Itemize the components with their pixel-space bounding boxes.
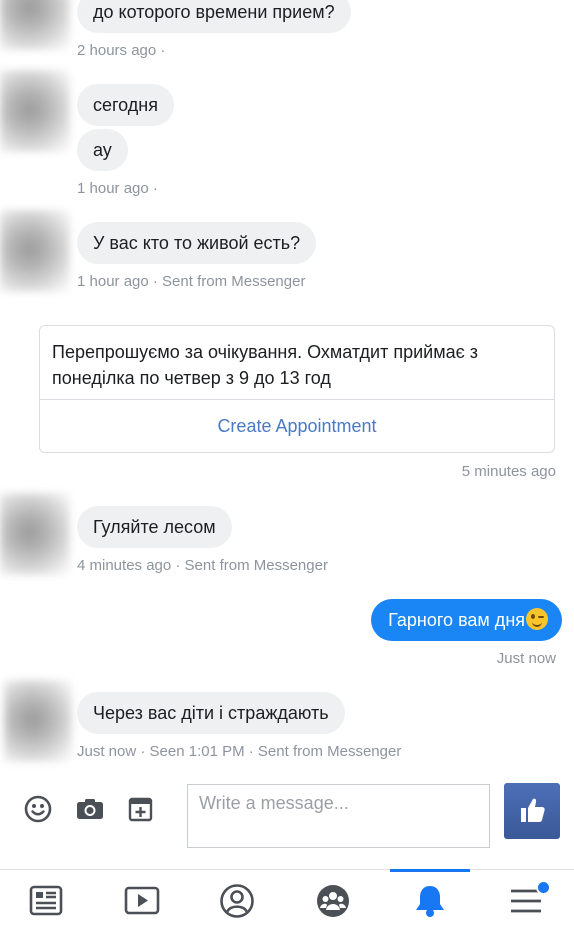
like-icon <box>521 798 545 822</box>
camera-icon[interactable] <box>74 793 106 825</box>
reply-card: Перепрошуємо за очікування. Охматдит при… <box>39 325 555 453</box>
outgoing-message-text: Гарного вам дня <box>388 610 525 630</box>
avatar <box>4 680 72 762</box>
tab-groups[interactable] <box>293 870 373 932</box>
menu-notification-dot <box>536 880 551 895</box>
message-bubble: У вас кто то живой есть? <box>77 222 317 264</box>
avatar <box>0 0 70 50</box>
message-bubble: до которого времени прием? <box>77 0 351 33</box>
tab-watch[interactable] <box>102 870 182 932</box>
avatar <box>0 210 70 292</box>
winking-face-icon <box>526 608 548 630</box>
avatar <box>0 493 70 575</box>
create-appointment-button[interactable]: Create Appointment <box>40 400 554 453</box>
bottom-tab-bar <box>0 869 574 932</box>
sticker-icon[interactable] <box>125 793 157 825</box>
message-timestamp: 2 hours ago · <box>77 42 166 59</box>
message-timestamp: 1 hour ago · Sent from Messenger <box>77 273 306 290</box>
message-bubble: сегодня <box>77 84 174 126</box>
watch-icon <box>124 886 160 915</box>
tab-notifications[interactable] <box>390 869 470 932</box>
message-timestamp: 4 minutes ago · Sent from Messenger <box>77 557 328 574</box>
message-status: Just now · Seen 1:01 PM · Sent from Mess… <box>77 743 402 760</box>
message-bubble: Через вас діти і страждають <box>77 692 345 734</box>
profile-icon <box>220 884 254 918</box>
avatar <box>0 70 70 152</box>
active-tab-indicator <box>390 869 470 872</box>
notifications-icon <box>416 886 444 917</box>
outgoing-message-bubble: Гарного вам дня <box>371 599 562 641</box>
message-bubble: ау <box>77 129 128 171</box>
message-timestamp: 5 minutes ago <box>461 463 556 480</box>
smiley-icon[interactable] <box>22 793 54 825</box>
message-input[interactable]: Write a message... <box>187 784 490 848</box>
groups-icon <box>317 885 349 917</box>
tab-menu[interactable] <box>486 870 566 932</box>
reply-card-text: Перепрошуємо за очікування. Охматдит при… <box>52 342 479 388</box>
tab-profile[interactable] <box>197 870 277 932</box>
news-feed-icon <box>29 885 63 916</box>
like-button[interactable] <box>504 783 560 839</box>
message-bubble: Гуляйте лесом <box>77 506 232 548</box>
message-timestamp: Just now <box>496 650 556 667</box>
message-timestamp: 1 hour ago · <box>77 180 158 197</box>
tab-news-feed[interactable] <box>6 870 86 932</box>
